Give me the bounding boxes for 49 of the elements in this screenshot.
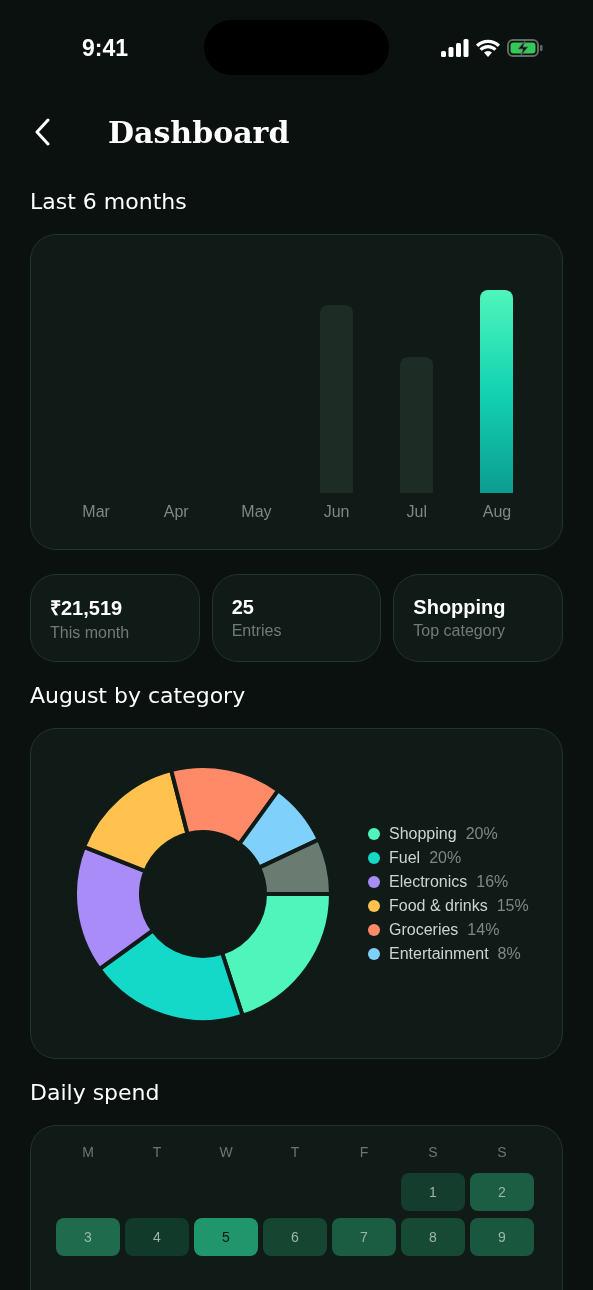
day-cell[interactable]: 3 bbox=[56, 1218, 120, 1256]
legend-percent: 20% bbox=[465, 824, 498, 843]
status-time: 9:41 bbox=[82, 34, 129, 62]
legend-label: Food & drinks bbox=[389, 896, 488, 915]
weekday-label: F bbox=[358, 1144, 370, 1162]
back-chevron-icon[interactable] bbox=[34, 118, 50, 146]
weekday-label: T bbox=[289, 1144, 301, 1162]
wifi-icon bbox=[476, 39, 500, 57]
legend-percent: 20% bbox=[429, 848, 462, 867]
month-label: Mar bbox=[82, 503, 110, 521]
legend-percent: 16% bbox=[476, 872, 509, 891]
stat-value: ₹21,519 bbox=[50, 596, 124, 621]
signal-icon bbox=[441, 39, 469, 57]
stat-value: 25 bbox=[231, 596, 255, 619]
stat-value: Shopping bbox=[413, 596, 507, 619]
section-title: Daily spend bbox=[30, 1079, 161, 1107]
stat-label: Top category bbox=[413, 622, 506, 640]
month-label: Aug bbox=[482, 503, 512, 521]
day-cell[interactable]: 2 bbox=[470, 1173, 534, 1211]
legend-percent: 14% bbox=[467, 920, 500, 939]
legend-percent: 15% bbox=[496, 896, 529, 915]
weekday-label: T bbox=[151, 1144, 163, 1162]
weekday-label: W bbox=[218, 1144, 234, 1162]
month-label: Jul bbox=[406, 503, 427, 521]
day-cell[interactable]: 7 bbox=[332, 1218, 396, 1256]
month-label: Apr bbox=[163, 503, 189, 521]
legend-label: Fuel bbox=[389, 848, 421, 867]
day-cell[interactable]: 4 bbox=[125, 1218, 189, 1256]
weekday-label: M bbox=[81, 1144, 95, 1162]
legend-label: Electronics bbox=[389, 872, 468, 891]
section-title: Last 6 months bbox=[30, 188, 188, 216]
legend-label: Groceries bbox=[389, 920, 459, 939]
legend-label: Shopping bbox=[389, 824, 457, 843]
day-cell[interactable]: 8 bbox=[401, 1218, 465, 1256]
month-label: Jun bbox=[323, 503, 350, 521]
stat-label: This month bbox=[50, 624, 131, 642]
month-label: May bbox=[241, 503, 272, 521]
section-title: August by category bbox=[30, 682, 247, 710]
legend-percent: 8% bbox=[497, 944, 521, 963]
stat-label: Entries bbox=[231, 622, 283, 640]
weekday-label: S bbox=[496, 1144, 508, 1162]
weekday-label: S bbox=[427, 1144, 439, 1162]
legend-label: Entertainment bbox=[389, 944, 489, 963]
day-cell[interactable]: 5 bbox=[194, 1218, 258, 1256]
battery-charging-icon bbox=[507, 39, 543, 57]
day-cell[interactable]: 6 bbox=[263, 1218, 327, 1256]
day-cell[interactable]: 9 bbox=[470, 1218, 534, 1256]
page-title: Dashboard bbox=[108, 114, 290, 150]
day-cell[interactable]: 1 bbox=[401, 1173, 465, 1211]
